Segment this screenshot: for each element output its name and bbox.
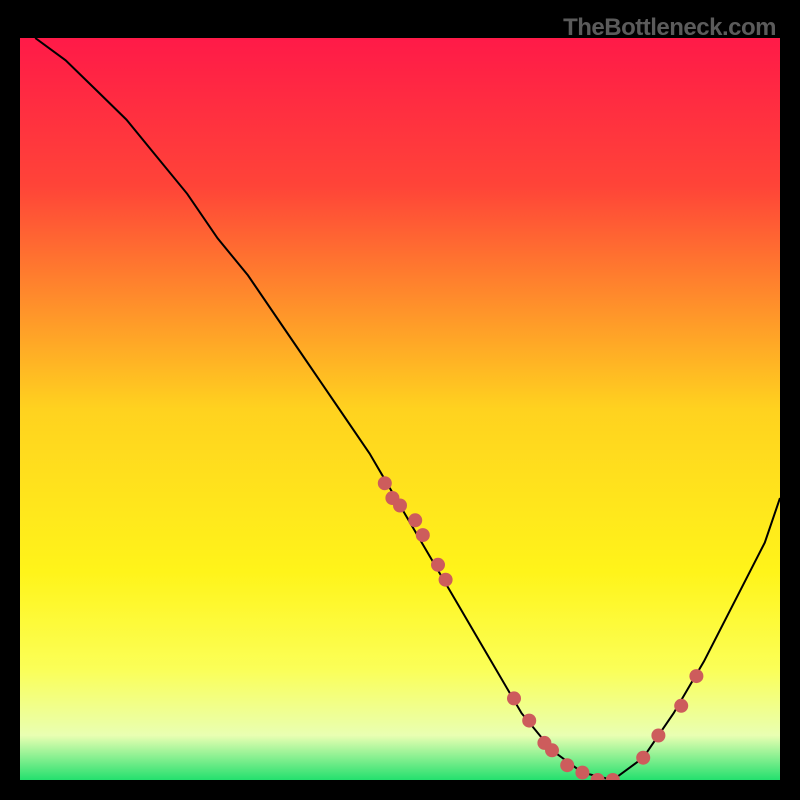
data-point	[560, 758, 574, 772]
chart-background	[20, 38, 780, 780]
data-point	[393, 499, 407, 513]
data-point	[507, 691, 521, 705]
data-point	[545, 743, 559, 757]
data-point	[416, 528, 430, 542]
data-point	[378, 476, 392, 490]
data-point	[575, 766, 589, 780]
data-point	[408, 513, 422, 527]
data-point	[636, 751, 650, 765]
data-point	[522, 714, 536, 728]
data-point	[651, 729, 665, 743]
chart-frame	[20, 38, 780, 780]
data-point	[431, 558, 445, 572]
data-point	[439, 573, 453, 587]
data-point	[689, 669, 703, 683]
data-point	[674, 699, 688, 713]
chart-plot	[20, 38, 780, 780]
